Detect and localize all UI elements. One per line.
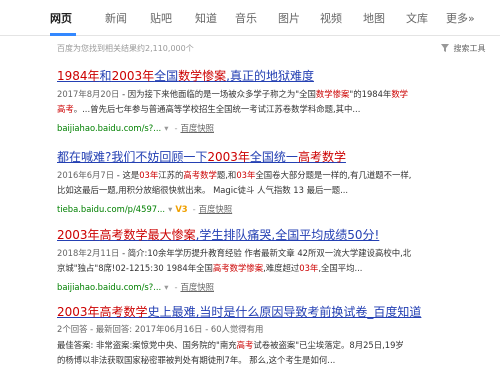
dropdown-arrow-icon[interactable]: ▾ (164, 123, 168, 133)
result-snippet: 2018年2月11日 - 简介:10余年学历提升教育经验 作者最新文章 42所双… (57, 248, 412, 258)
result-count: 百度为您找到相关结果约2,110,000个 (57, 44, 194, 53)
dropdown-arrow-icon[interactable]: ▾ (168, 204, 172, 214)
tab-zhidao[interactable]: 知道 (195, 10, 217, 26)
search-tools-label: 搜索工具 (453, 44, 486, 53)
result-snippet: 高考。...曾先后七年参与普通高等学校招生全国统一考试江苏卷数学科命题,其中..… (57, 104, 361, 114)
v3-badge: V3 (175, 204, 188, 214)
result-snippet: 比如这最后一题,用积分放缩很快就出来。 Magic徒斗 人气指数 13 最后一题… (57, 185, 349, 195)
tab-more[interactable]: 更多» (446, 10, 475, 26)
tab-tieba[interactable]: 贴吧 (150, 10, 172, 26)
tab-map[interactable]: 地图 (363, 10, 385, 26)
result-snippet: 2017年8月20日 - 因为接下来他面临的是一场被众多学子称之为"全国数学惨案… (57, 89, 409, 99)
result-title-link[interactable]: 都在喊难?我们不妨回顾一下2003年全国统一高考数学 (57, 148, 346, 165)
tab-web[interactable]: 网页 (50, 10, 72, 26)
dropdown-arrow-icon[interactable]: ▾ (164, 282, 168, 292)
result-title-link[interactable]: 2003年高考数学史上最难,当时是什么原因导致考前换试卷_百度知道 (57, 303, 421, 320)
cache-link[interactable]: 百度快照 (180, 123, 214, 133)
tab-video[interactable]: 视频 (320, 10, 342, 26)
search-nav-bar: 网页 新闻 贴吧 知道 音乐 图片 视频 地图 文库 更多» (0, 0, 500, 36)
tab-images[interactable]: 图片 (278, 10, 300, 26)
result-url[interactable]: baijiahao.baidu.com/s?... ▾ - 百度快照 (57, 122, 214, 134)
answer-meta: 2个回答 - 最新回答: 2017年06月16日 - 60人觉得有用 (57, 324, 264, 334)
result-snippet: 2016年6月7日 - 这是03年江苏的高考数学题,和03年全国卷大部分题是一样… (57, 170, 412, 180)
result-snippet: 京城"独占"8席!02-1215:30 1984年全国高考数学惨案,难度超过03… (57, 263, 363, 273)
tab-music[interactable]: 音乐 (235, 10, 257, 26)
result-url[interactable]: tieba.baidu.com/p/4597... ▾ V3- 百度快照 (57, 203, 232, 215)
cache-link[interactable]: 百度快照 (180, 282, 214, 292)
active-tab-indicator (50, 33, 76, 36)
tab-news[interactable]: 新闻 (105, 10, 127, 26)
search-tools-button[interactable]: 搜索工具 (441, 43, 486, 54)
cache-link[interactable]: 百度快照 (199, 204, 233, 214)
result-title-link[interactable]: 1984年和2003年全国数学惨案,真正的地狱难度 (57, 67, 314, 84)
funnel-icon (441, 44, 449, 52)
result-snippet: 的杨博以非法获取国家秘密罪被判处有期徒刑7年。 那么,这个考生是如何... (57, 355, 336, 365)
result-snippet: 最佳答案: 非常盗案:案惊党中央、国务院的"南充高考试卷被盗案"已尘埃落定。8月… (57, 340, 404, 350)
tab-wenku[interactable]: 文库 (406, 10, 428, 26)
result-title-link[interactable]: 2003年高考数学最大惨案,学生排队痛哭,全国平均成绩50分! (57, 226, 379, 243)
result-url[interactable]: baijiahao.baidu.com/s?... ▾ - 百度快照 (57, 281, 214, 293)
